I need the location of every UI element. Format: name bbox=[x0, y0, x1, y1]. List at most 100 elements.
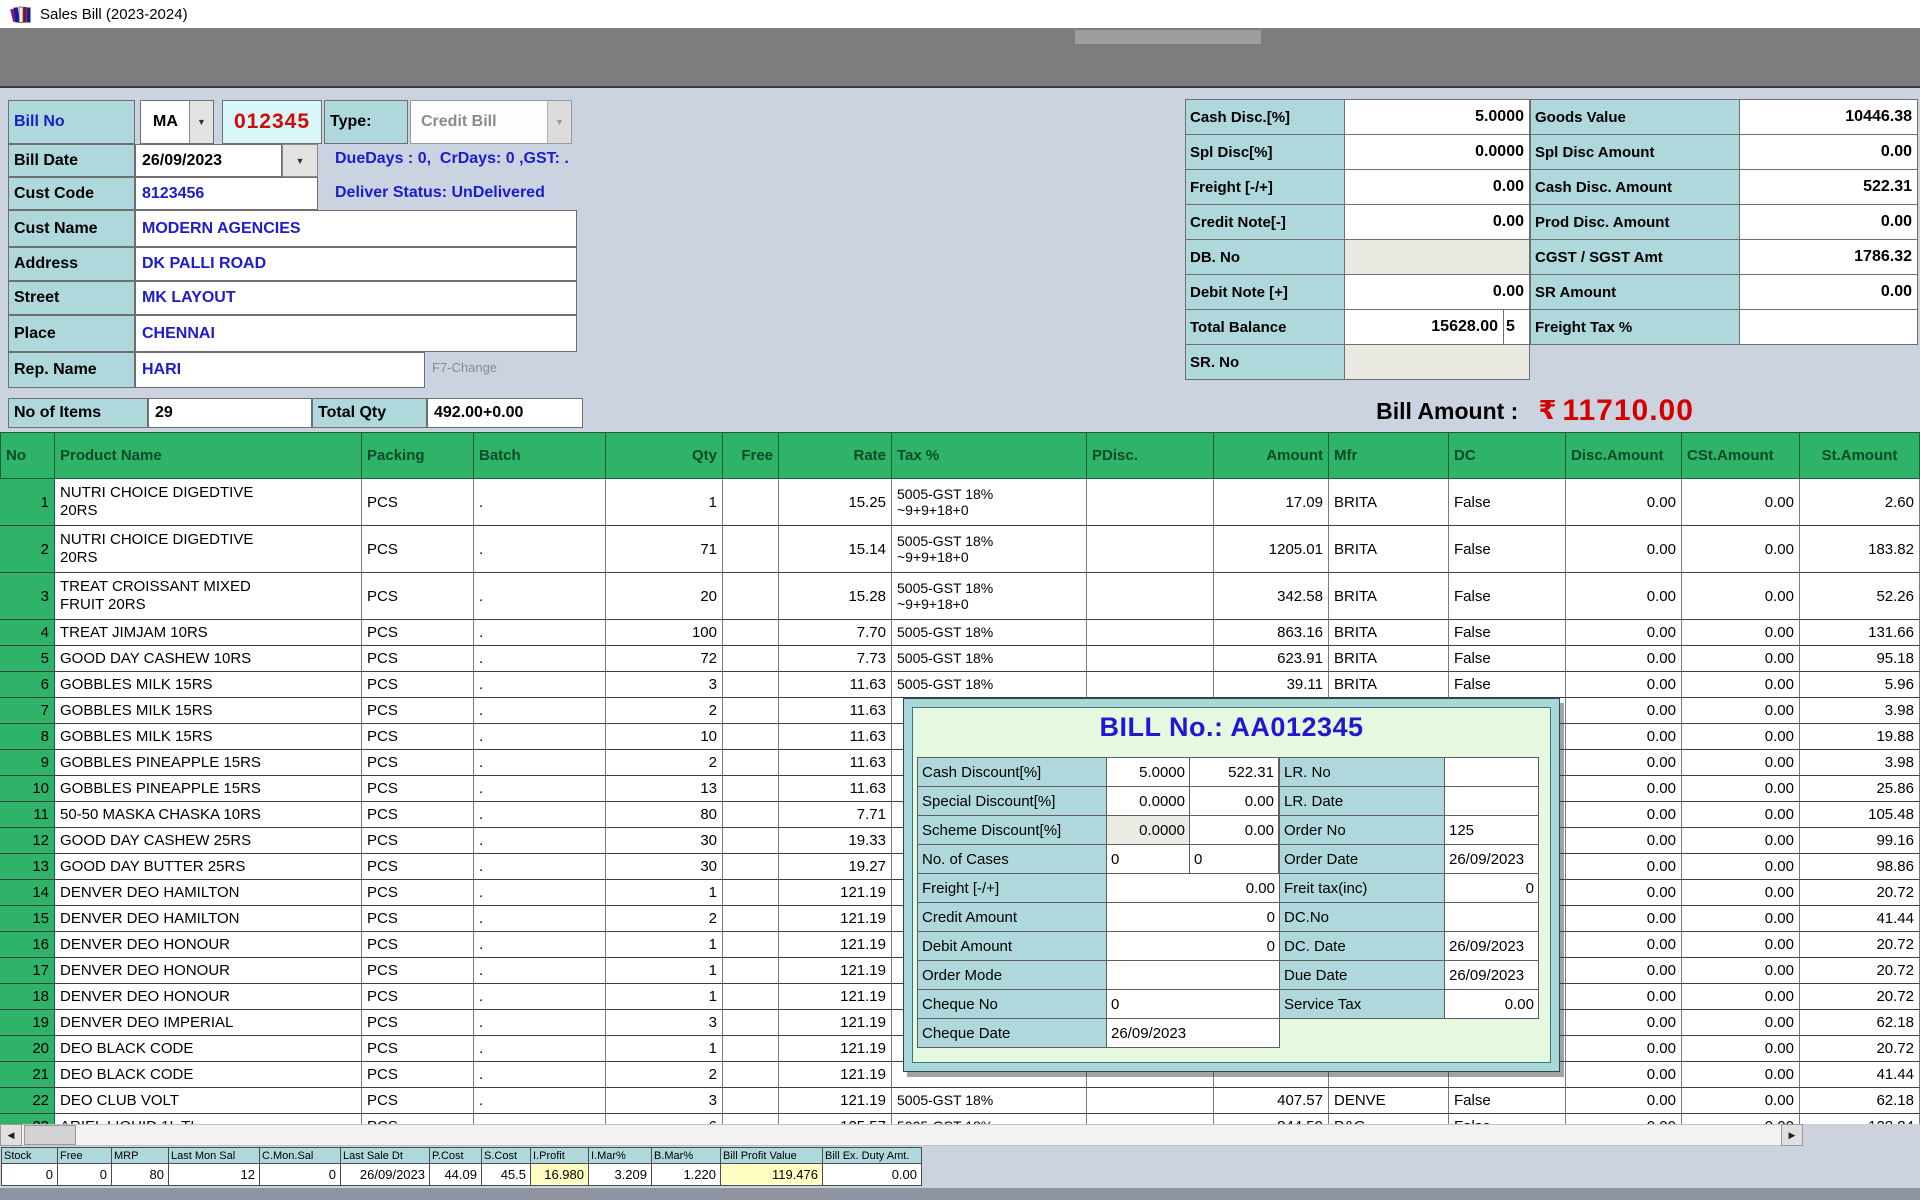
chevron-down-icon[interactable]: ▼ bbox=[189, 101, 213, 143]
cell-st-amount: 3.98 bbox=[1800, 750, 1920, 776]
dialog-value-field[interactable]: 0 bbox=[1106, 989, 1280, 1019]
row-number: 5 bbox=[0, 646, 55, 672]
summary-value-field: 0.00 bbox=[1739, 134, 1918, 170]
horizontal-scrollbar: ◀ ▶ bbox=[0, 1124, 1920, 1146]
cell-disc-amount: 0.00 bbox=[1566, 932, 1682, 958]
table-row[interactable]: 4 TREAT JIMJAM 10RS PCS . 100 7.70 5005-… bbox=[0, 620, 1920, 646]
summary-value-field[interactable]: 0.0000 bbox=[1344, 134, 1530, 170]
summary-label: Freight Tax % bbox=[1530, 309, 1740, 345]
scrollbar-thumb[interactable] bbox=[24, 1125, 76, 1145]
cell-free bbox=[723, 526, 779, 573]
dialog-value-field[interactable]: 0.00 bbox=[1189, 815, 1279, 845]
col-header-mfr: Mfr bbox=[1329, 432, 1449, 479]
scroll-left-icon[interactable]: ◀ bbox=[0, 1124, 22, 1146]
table-row[interactable]: 22 DEO CLUB VOLT PCS . 3 121.19 5005-GST… bbox=[0, 1088, 1920, 1114]
dialog-value-field[interactable] bbox=[1444, 786, 1539, 816]
place-row: Place CHENNAI bbox=[8, 315, 577, 352]
cell-batch: . bbox=[474, 906, 606, 932]
dialog-value-field[interactable]: 26/09/2023 bbox=[1444, 960, 1539, 990]
table-row[interactable]: 2 NUTRI CHOICE DIGEDTIVE 20RS PCS . 71 1… bbox=[0, 526, 1920, 573]
place-field[interactable]: CHENNAI bbox=[135, 315, 577, 352]
summary-label: CGST / SGST Amt bbox=[1530, 239, 1740, 275]
dialog-value-field[interactable]: 0 bbox=[1444, 873, 1539, 903]
summary-value-field[interactable] bbox=[1344, 239, 1530, 275]
dialog-value-field[interactable]: 125 bbox=[1444, 815, 1539, 845]
summary-label: Prod Disc. Amount bbox=[1530, 204, 1740, 240]
dialog-value-field[interactable]: 0.00 bbox=[1189, 786, 1279, 816]
total-qty-field[interactable]: 492.00+0.00 bbox=[427, 398, 583, 428]
address-field[interactable]: DK PALLI ROAD bbox=[135, 247, 577, 281]
cell-product-name: DEO CLUB VOLT bbox=[55, 1088, 362, 1114]
rupee-icon: ₹ bbox=[1538, 396, 1556, 426]
dialog-label: Service Tax bbox=[1279, 989, 1445, 1019]
series-dropdown[interactable]: MA ▼ bbox=[140, 100, 214, 144]
dialog-value-field[interactable] bbox=[1444, 757, 1539, 787]
cell-pdisc bbox=[1087, 1114, 1214, 1124]
dialog-value-field[interactable]: 0 bbox=[1106, 902, 1280, 932]
summary-value-field: 1786.32 bbox=[1739, 239, 1918, 275]
dialog-value-field[interactable]: 5.0000 bbox=[1106, 757, 1190, 787]
dialog-value-field[interactable]: 0.0000 bbox=[1106, 815, 1190, 845]
table-row[interactable]: 3 TREAT CROISSANT MIXED FRUIT 20RS PCS .… bbox=[0, 573, 1920, 620]
cell-batch: . bbox=[474, 984, 606, 1010]
summary-row: Goods Value 10446.38 bbox=[1530, 99, 1918, 135]
dialog-value-field[interactable]: 0.0000 bbox=[1106, 786, 1190, 816]
cell-free bbox=[723, 750, 779, 776]
summary-value-field[interactable]: 0.00 bbox=[1344, 204, 1530, 240]
bill-amount: Bill Amount : ₹ 11710.00 bbox=[1180, 390, 1890, 432]
dialog-row: LR. Date bbox=[1279, 786, 1539, 816]
summary-value-field[interactable] bbox=[1344, 344, 1530, 380]
scroll-right-icon[interactable]: ▶ bbox=[1781, 1124, 1803, 1146]
table-row[interactable]: 6 GOBBLES MILK 15RS PCS . 3 11.63 5005-G… bbox=[0, 672, 1920, 698]
cell-product-name: GOBBLES PINEAPPLE 15RS bbox=[55, 750, 362, 776]
row-number: 16 bbox=[0, 932, 55, 958]
cell-free bbox=[723, 984, 779, 1010]
col-header-amount: Amount bbox=[1214, 432, 1329, 479]
type-dropdown[interactable]: Credit Bill ▼ bbox=[410, 100, 572, 144]
cell-st-amount: 183.82 bbox=[1800, 526, 1920, 573]
col-header-cst-amount: CSt.Amount bbox=[1682, 432, 1800, 479]
dialog-value-field[interactable] bbox=[1444, 902, 1539, 932]
bill-number-field[interactable]: 012345 bbox=[222, 100, 322, 144]
row-number: 12 bbox=[0, 828, 55, 854]
dialog-value-field[interactable]: 0 bbox=[1106, 844, 1190, 874]
rep-name-field[interactable]: HARI bbox=[135, 352, 425, 388]
table-row[interactable]: 5 GOOD DAY CASHEW 10RS PCS . 72 7.73 500… bbox=[0, 646, 1920, 672]
table-row[interactable]: 1 NUTRI CHOICE DIGEDTIVE 20RS PCS . 1 15… bbox=[0, 479, 1920, 526]
dialog-label: Order No bbox=[1279, 815, 1445, 845]
cell-rate: 121.19 bbox=[779, 880, 892, 906]
cell-rate: 121.19 bbox=[779, 1010, 892, 1036]
summary-value-field[interactable]: 0.00 bbox=[1344, 169, 1530, 205]
cell-product-name: GOOD DAY CASHEW 25RS bbox=[55, 828, 362, 854]
dialog-row: Due Date 26/09/2023 bbox=[1279, 960, 1539, 990]
dialog-value-field[interactable]: 26/09/2023 bbox=[1444, 931, 1539, 961]
table-row[interactable]: 23 ARIEL LIQUID 1L TL PCS 6 125.57 5005-… bbox=[0, 1114, 1920, 1124]
dialog-value-field[interactable]: 522.31 bbox=[1189, 757, 1279, 787]
bill-date-field[interactable]: 26/09/2023 bbox=[135, 144, 282, 177]
calendar-dropdown-icon[interactable]: ▼ bbox=[282, 144, 318, 177]
summary-value-field[interactable]: 5.0000 bbox=[1344, 99, 1530, 135]
dialog-value-field[interactable]: 26/09/2023 bbox=[1106, 1018, 1280, 1048]
bill-details-dialog: BILL No.: AA012345 Cash Discount[%] 5.00… bbox=[903, 698, 1560, 1072]
summary-value-field[interactable]: 15628.00 bbox=[1344, 309, 1504, 345]
cust-name-field[interactable]: MODERN AGENCIES bbox=[135, 210, 577, 247]
no-of-items-field[interactable]: 29 bbox=[148, 398, 312, 428]
cell-cst-amount: 0.00 bbox=[1682, 776, 1800, 802]
summary-value-field[interactable]: 0.00 bbox=[1344, 274, 1530, 310]
cust-code-field[interactable]: 8123456 bbox=[135, 177, 318, 210]
dialog-value-field[interactable]: 0.00 bbox=[1444, 989, 1539, 1019]
street-field[interactable]: MK LAYOUT bbox=[135, 281, 577, 315]
dialog-value-field[interactable]: 0 bbox=[1106, 931, 1280, 961]
row-number: 8 bbox=[0, 724, 55, 750]
scrollbar-track[interactable] bbox=[0, 1124, 1803, 1146]
cell-rate: 7.70 bbox=[779, 620, 892, 646]
footer-col-s-cost: S.Cost bbox=[481, 1147, 531, 1164]
cell-product-name: GOBBLES MILK 15RS bbox=[55, 672, 362, 698]
dialog-value-field[interactable] bbox=[1106, 960, 1280, 990]
dialog-value-field[interactable]: 26/09/2023 bbox=[1444, 844, 1539, 874]
dialog-value-field[interactable]: 0 bbox=[1189, 844, 1279, 874]
dialog-value-field[interactable]: 0.00 bbox=[1106, 873, 1280, 903]
type-label: Type: bbox=[324, 100, 408, 144]
cell-packing: PCS bbox=[362, 573, 474, 620]
cell-dc: False bbox=[1449, 1114, 1566, 1124]
